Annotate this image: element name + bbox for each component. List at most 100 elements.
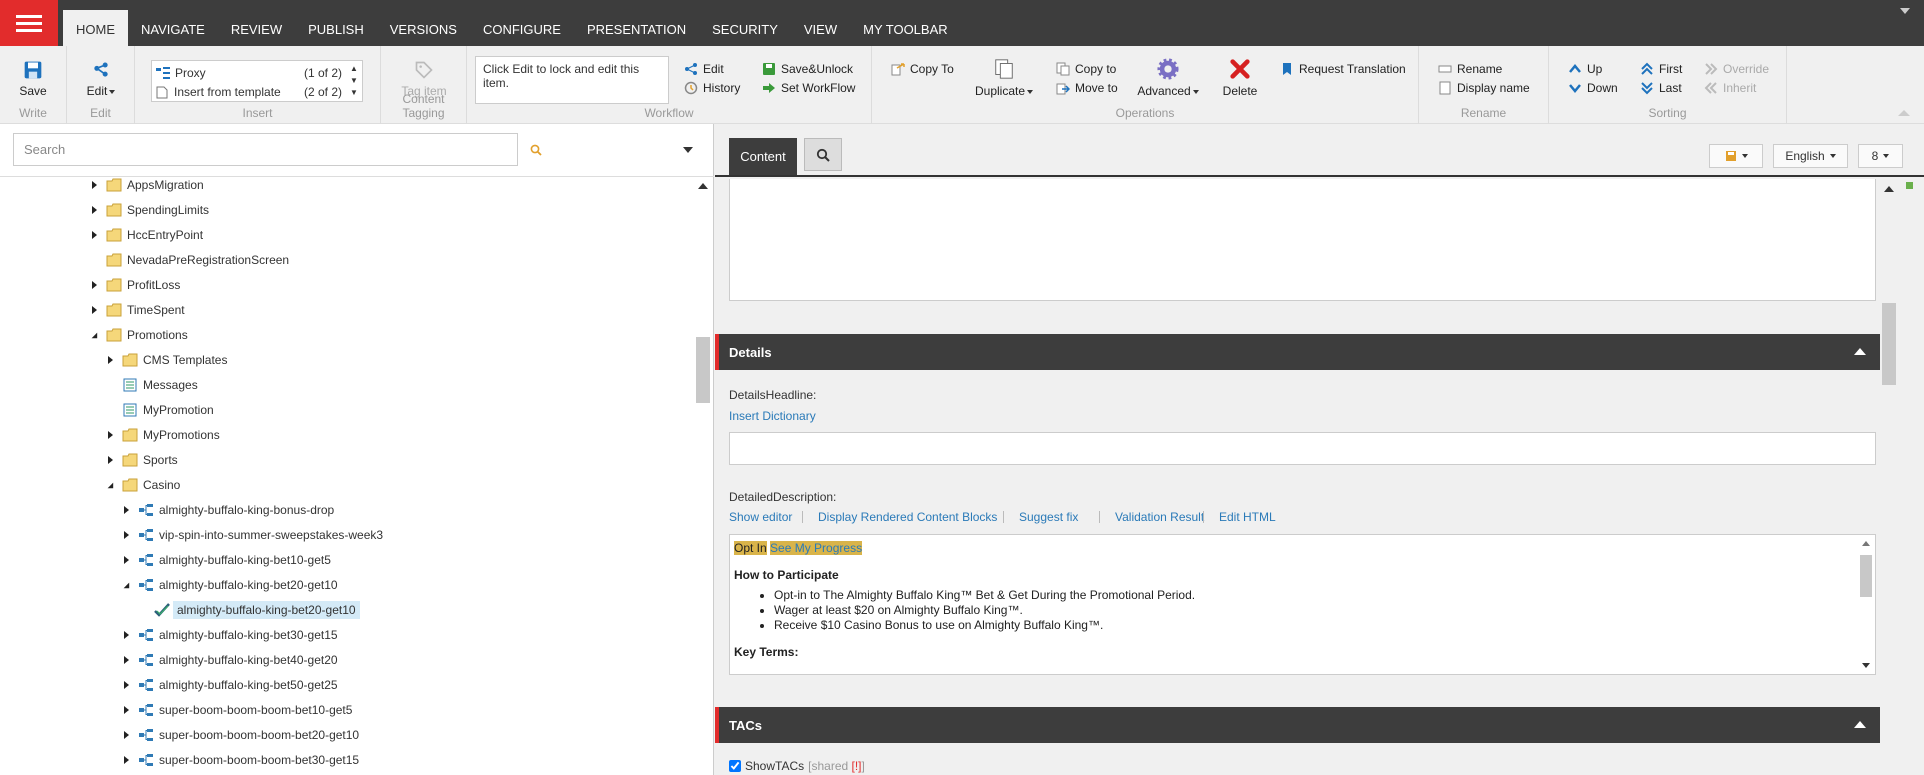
expand-open-icon[interactable]: [88, 329, 100, 341]
tree-item[interactable]: ProfitLoss: [88, 275, 180, 295]
version-dropdown[interactable]: 8: [1858, 144, 1903, 168]
detailed-description-editor[interactable]: Opt In See My Progress How to Participat…: [729, 534, 1876, 675]
tree-item[interactable]: Casino: [104, 475, 180, 495]
edit-button[interactable]: Edit: [79, 60, 123, 98]
expand-open-icon[interactable]: [104, 479, 116, 491]
hamburger-menu-icon[interactable]: [0, 0, 58, 46]
see-my-progress-link[interactable]: See My Progress: [770, 541, 863, 555]
tab-content[interactable]: Content: [729, 138, 797, 175]
description-scrollbar[interactable]: [1857, 535, 1875, 674]
tree-item[interactable]: MyPromotions: [104, 425, 220, 445]
expand-closed-icon[interactable]: [120, 729, 132, 741]
details-headline-input[interactable]: [729, 432, 1876, 465]
search-input[interactable]: [13, 133, 518, 166]
inherit-button[interactable]: Inherit: [1704, 81, 1756, 95]
sort-up-button[interactable]: Up: [1568, 62, 1602, 76]
tree-item[interactable]: almighty-buffalo-king-bet20-get10: [136, 600, 360, 620]
display-rendered-content-blocks-link[interactable]: Display Rendered Content Blocks: [818, 510, 997, 524]
tree-item[interactable]: super-boom-boom-boom-bet20-get10: [120, 725, 359, 745]
tab-publish[interactable]: PUBLISH: [295, 10, 377, 46]
tree-item[interactable]: Sports: [104, 450, 178, 470]
show-editor-link[interactable]: Show editor: [729, 510, 792, 524]
tree-item[interactable]: CMS Templates: [104, 350, 227, 370]
expand-closed-icon[interactable]: [104, 354, 116, 366]
expand-closed-icon[interactable]: [120, 629, 132, 641]
tree-scrollbar[interactable]: [694, 177, 712, 775]
expand-closed-icon[interactable]: [120, 654, 132, 666]
edit-html-link[interactable]: Edit HTML: [1219, 510, 1276, 524]
tree-item[interactable]: Messages: [104, 375, 198, 395]
expand-closed-icon[interactable]: [120, 754, 132, 766]
tab-versions[interactable]: VERSIONS: [377, 10, 470, 46]
tree-item[interactable]: HccEntryPoint: [88, 225, 203, 245]
expand-closed-icon[interactable]: [120, 679, 132, 691]
workflow-edit-button[interactable]: Edit: [684, 62, 724, 76]
tab-search[interactable]: [804, 138, 842, 171]
set-workflow-button[interactable]: Set WorkFlow: [762, 81, 855, 95]
tab-review[interactable]: REVIEW: [218, 10, 295, 46]
editor-scrollbar[interactable]: [1880, 179, 1898, 775]
tab-presentation[interactable]: PRESENTATION: [574, 10, 699, 46]
chevron-up-icon[interactable]: [1854, 721, 1866, 728]
section-details[interactable]: Details: [715, 334, 1880, 370]
tab-my-toolbar[interactable]: MY TOOLBAR: [850, 10, 961, 46]
tree-item[interactable]: super-boom-boom-boom-bet10-get5: [120, 700, 352, 720]
language-dropdown[interactable]: English: [1773, 144, 1848, 168]
expand-closed-icon[interactable]: [120, 529, 132, 541]
tree-item[interactable]: almighty-buffalo-king-bonus-drop: [120, 500, 334, 520]
insert-scroll-arrows-icon[interactable]: ▲ ▼ ▼: [349, 63, 359, 99]
insert-option-proxy[interactable]: Proxy (1 of 2): [156, 64, 342, 82]
advanced-button[interactable]: Advanced: [1134, 58, 1202, 98]
tree-item[interactable]: super-boom-boom-boom-bet30-get15: [120, 750, 359, 770]
expand-closed-icon[interactable]: [120, 554, 132, 566]
expand-closed-icon[interactable]: [120, 504, 132, 516]
expand-closed-icon[interactable]: [88, 204, 100, 216]
copy-to-2-button[interactable]: Copy to: [1056, 62, 1116, 76]
section-tacs[interactable]: TACs: [715, 707, 1880, 743]
tab-configure[interactable]: CONFIGURE: [470, 10, 574, 46]
tree-item[interactable]: vip-spin-into-summer-sweepstakes-week3: [120, 525, 383, 545]
request-translation-button[interactable]: Request Translation: [1280, 62, 1406, 76]
tree-item[interactable]: almighty-buffalo-king-bet50-get25: [120, 675, 338, 695]
expand-closed-icon[interactable]: [88, 279, 100, 291]
delete-button[interactable]: Delete: [1220, 58, 1260, 98]
content-field-area[interactable]: [729, 179, 1876, 301]
tab-home[interactable]: HOME: [63, 10, 128, 46]
rename-button[interactable]: Rename: [1438, 62, 1502, 76]
tab-security[interactable]: SECURITY: [699, 10, 791, 46]
tree-item[interactable]: Promotions: [88, 325, 188, 345]
shared-warning-link[interactable]: [!]: [852, 759, 862, 773]
tab-view[interactable]: VIEW: [791, 10, 850, 46]
tree-item[interactable]: MyPromotion: [104, 400, 214, 420]
expand-closed-icon[interactable]: [88, 179, 100, 191]
tab-navigate[interactable]: NAVIGATE: [128, 10, 218, 46]
tree-item[interactable]: almighty-buffalo-king-bet30-get15: [120, 625, 338, 645]
sort-first-button[interactable]: First: [1640, 62, 1682, 76]
expand-closed-icon[interactable]: [104, 454, 116, 466]
expand-closed-icon[interactable]: [104, 429, 116, 441]
validation-result-link[interactable]: Validation Result: [1115, 510, 1204, 524]
sort-down-button[interactable]: Down: [1568, 81, 1618, 95]
save-button[interactable]: Save: [12, 60, 54, 98]
move-to-button[interactable]: Move to: [1056, 81, 1118, 95]
insert-dictionary-link[interactable]: Insert Dictionary: [729, 409, 816, 423]
history-button[interactable]: History: [684, 81, 740, 95]
copy-to-button[interactable]: Copy To: [891, 62, 954, 76]
show-tacs-checkbox[interactable]: [729, 760, 741, 772]
expand-closed-icon[interactable]: [88, 229, 100, 241]
expand-open-icon[interactable]: [120, 579, 132, 591]
display-name-button[interactable]: Display name: [1438, 81, 1530, 95]
search-dropdown-icon[interactable]: [683, 147, 693, 153]
opt-in-link[interactable]: Opt In: [734, 541, 767, 555]
tree-item[interactable]: almighty-buffalo-king-bet40-get20: [120, 650, 338, 670]
search-icon[interactable]: [530, 144, 542, 156]
duplicate-button[interactable]: Duplicate: [974, 58, 1034, 98]
chevron-up-icon[interactable]: [1854, 348, 1866, 355]
tree-item[interactable]: almighty-buffalo-king-bet20-get10: [120, 575, 338, 595]
tree-item[interactable]: TimeSpent: [88, 300, 185, 320]
expand-closed-icon[interactable]: [120, 704, 132, 716]
tree-item[interactable]: AppsMigration: [88, 177, 204, 195]
top-dropdown-icon[interactable]: [1900, 8, 1910, 14]
insert-option-template[interactable]: Insert from template (2 of 2): [156, 83, 342, 101]
layout-dropdown-button[interactable]: [1709, 144, 1763, 168]
